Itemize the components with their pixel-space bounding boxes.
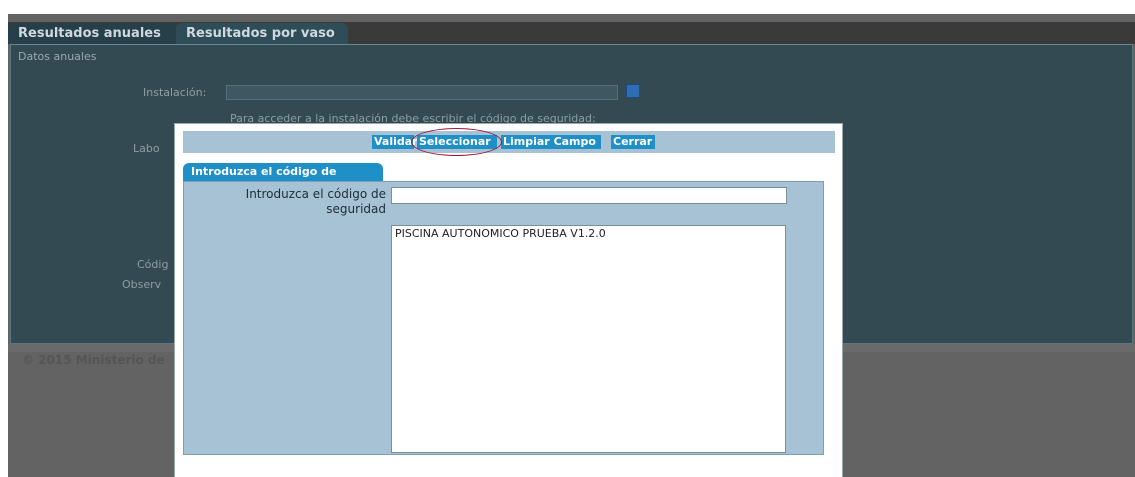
validate-button[interactable]: Validar — [372, 135, 418, 149]
fieldset-legend: Datos anuales — [16, 50, 99, 63]
lab-label: Labo — [133, 142, 160, 155]
select-button[interactable]: Seleccionar — [417, 135, 497, 149]
close-button[interactable]: Cerrar — [611, 135, 655, 149]
observations-label: Observ — [122, 278, 162, 291]
results-list[interactable] — [391, 225, 786, 453]
tab-resultados-por-vaso[interactable]: Resultados por vaso — [176, 23, 348, 44]
installation-input[interactable] — [226, 85, 618, 100]
tab-resultados-anuales[interactable]: Resultados anuales — [8, 23, 176, 44]
installation-search-icon[interactable] — [626, 84, 640, 98]
security-code-label: Introduzca el código de seguridad — [245, 187, 386, 216]
footer-copyright: © 2015 Ministerio de — [22, 353, 165, 367]
installation-label: Instalación: — [143, 86, 207, 99]
clear-field-button[interactable]: Limpiar Campo — [501, 135, 601, 149]
code-label: Códig — [137, 258, 169, 271]
security-code-input[interactable] — [391, 187, 787, 204]
tab-security-code[interactable]: Introduzca el código de seguridad — [183, 163, 383, 196]
list-item[interactable]: PISCINA AUTONOMICO PRUEBA V1.2.0 — [395, 227, 606, 240]
